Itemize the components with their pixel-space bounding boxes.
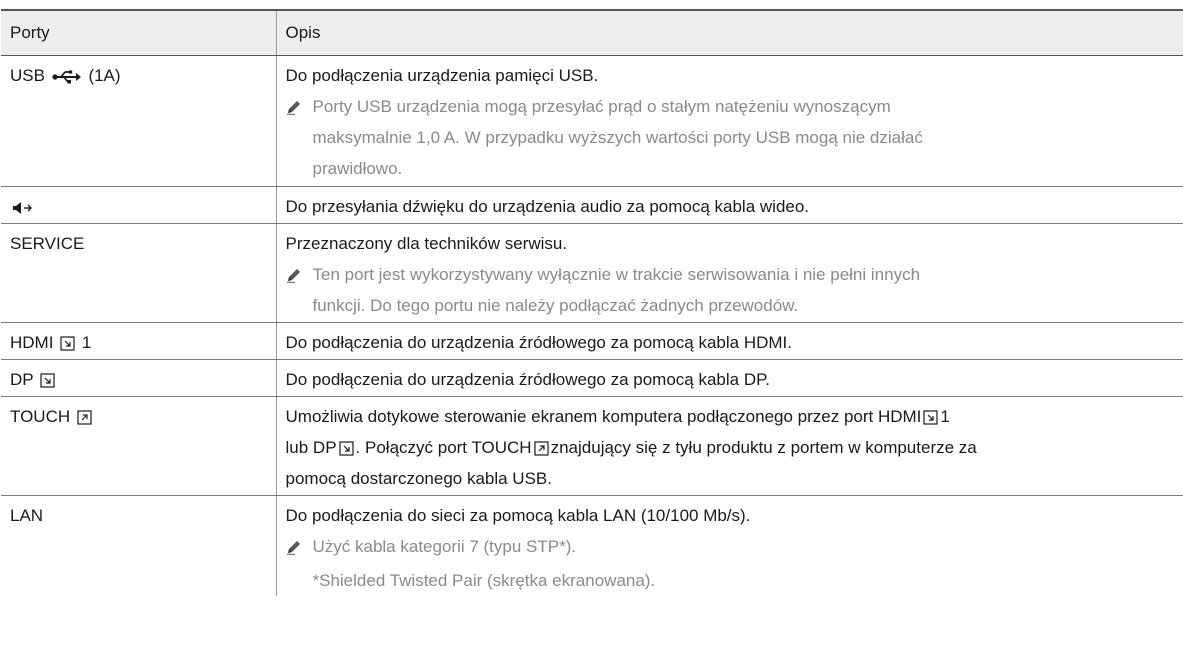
note: Użyć kabla kategorii 7 (typu STP*). bbox=[286, 531, 1175, 565]
speaker-out-icon bbox=[12, 201, 36, 215]
header-description: Opis bbox=[275, 9, 1183, 56]
touch-ref: TOUCH bbox=[471, 438, 532, 457]
table-row: Do przesyłania dźwięku do urządzenia aud… bbox=[1, 186, 1183, 224]
table-row: USB (1A) Do podłączenia urządzenia pamię… bbox=[1, 55, 1183, 187]
pencil-note-icon bbox=[286, 259, 313, 321]
note-line: maksymalnie 1,0 A. W przypadku wyższych … bbox=[312, 128, 923, 147]
description-text: znajdujący się z tyłu produktu z portem … bbox=[550, 438, 977, 457]
desc-cell-usb: Do podłączenia urządzenia pamięci USB. P… bbox=[275, 55, 1183, 187]
port-cell-dp: DP bbox=[1, 359, 276, 397]
note: Porty USB urządzenia mogą przesyłać prąd… bbox=[286, 91, 1175, 184]
description-text: lub bbox=[285, 438, 313, 457]
desc-cell-touch: Umożliwia dotykowe sterowanie ekranem ko… bbox=[275, 396, 1183, 496]
note-line: prawidłowo. bbox=[312, 159, 403, 178]
source-input-icon bbox=[338, 441, 354, 456]
hdmi-ref: HDMI bbox=[877, 407, 922, 426]
description-text: pomocą dostarczonego kabla USB. bbox=[285, 469, 553, 488]
hdmi-number: 1 bbox=[940, 407, 950, 426]
port-label-suffix: 1 bbox=[81, 333, 92, 352]
description-text: Do podłączenia do sieci za pomocą kabla … bbox=[285, 506, 751, 525]
table-row: SERVICE Przeznaczony dla techników serwi… bbox=[1, 223, 1183, 323]
desc-cell-hdmi: Do podłączenia do urządzenia źródłowego … bbox=[275, 322, 1183, 360]
table-row: DP Do podłączenia do urządzenia źródłowe… bbox=[1, 359, 1183, 397]
note-line: Porty USB urządzenia mogą przesyłać prąd… bbox=[312, 97, 891, 116]
port-label: HDMI bbox=[10, 333, 54, 352]
port-label: DP bbox=[10, 370, 34, 389]
description-text: . Połączyć port bbox=[355, 438, 472, 457]
table-header-row: Porty Opis bbox=[1, 9, 1183, 56]
pencil-note-icon bbox=[286, 91, 313, 184]
port-label: LAN bbox=[10, 506, 44, 525]
pencil-note-icon bbox=[286, 531, 313, 565]
desc-cell-service: Przeznaczony dla techników serwisu. Ten … bbox=[275, 223, 1183, 323]
description-text: Do przesyłania dźwięku do urządzenia aud… bbox=[285, 197, 810, 216]
note-line: funkcji. Do tego portu nie należy podłąc… bbox=[312, 296, 799, 315]
port-label-suffix: (1A) bbox=[88, 66, 121, 85]
table-row: LAN Do podłączenia do sieci za pomocą ka… bbox=[1, 495, 1183, 597]
source-input-icon bbox=[40, 373, 55, 388]
table-row: TOUCH Umożliwia dotykowe sterowanie ekra… bbox=[1, 396, 1183, 496]
source-input-icon bbox=[60, 336, 75, 351]
port-label: USB bbox=[10, 66, 45, 85]
note: Ten port jest wykorzystywany wyłącznie w… bbox=[286, 259, 1175, 321]
port-label: TOUCH bbox=[10, 407, 71, 426]
header-ports: Porty bbox=[1, 9, 276, 56]
description-text: Umożliwia dotykowe sterowanie ekranem ko… bbox=[286, 397, 1175, 494]
description-text: Do podłączenia do urządzenia źródłowego … bbox=[285, 370, 771, 389]
table-row: HDMI 1 Do podłączenia do urządzenia źród… bbox=[1, 322, 1183, 360]
port-label: SERVICE bbox=[10, 234, 85, 253]
footnote: *Shielded Twisted Pair (skrętka ekranowa… bbox=[312, 571, 656, 590]
desc-cell-lan: Do podłączenia do sieci za pomocą kabla … bbox=[275, 495, 1183, 596]
port-cell-touch: TOUCH bbox=[1, 396, 276, 496]
desc-cell-dp: Do podłączenia do urządzenia źródłowego … bbox=[275, 359, 1183, 397]
port-cell-service: SERVICE bbox=[1, 223, 276, 323]
port-cell-hdmi: HDMI 1 bbox=[1, 322, 276, 360]
description-text: Umożliwia dotykowe sterowanie ekranem ko… bbox=[285, 407, 878, 426]
desc-cell-audio: Do przesyłania dźwięku do urządzenia aud… bbox=[275, 186, 1183, 224]
touch-output-icon bbox=[533, 441, 549, 456]
touch-output-icon bbox=[77, 410, 92, 425]
note-line: Użyć kabla kategorii 7 (typu STP*). bbox=[312, 537, 577, 556]
description-text: Do podłączenia do urządzenia źródłowego … bbox=[285, 333, 793, 352]
description-text: Do podłączenia urządzenia pamięci USB. bbox=[285, 66, 599, 85]
port-cell-audio bbox=[1, 186, 276, 224]
usb-icon bbox=[52, 69, 82, 84]
note-line: Ten port jest wykorzystywany wyłącznie w… bbox=[312, 265, 921, 284]
ports-table: Porty Opis USB (1A) Do podłączenia urząd… bbox=[1, 9, 1183, 596]
source-input-icon bbox=[923, 410, 939, 425]
port-cell-lan: LAN bbox=[1, 496, 276, 597]
description-text: Przeznaczony dla techników serwisu. bbox=[285, 234, 568, 253]
port-cell-usb: USB (1A) bbox=[1, 55, 276, 187]
dp-ref: DP bbox=[312, 438, 337, 457]
